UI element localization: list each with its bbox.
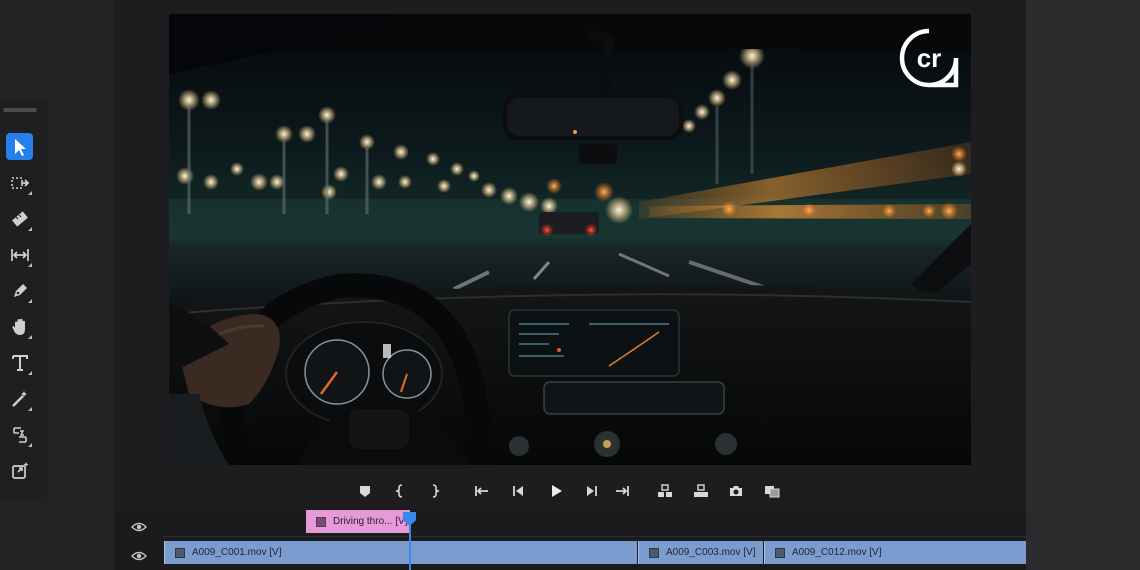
clip-label: A009_C001.mov [V] (192, 547, 282, 558)
clip-fx-icon (316, 516, 326, 527)
timeline-clip-c001[interactable]: A009_C001.mov [V] (164, 541, 637, 564)
step-back-icon[interactable] (508, 481, 530, 501)
right-panel-edge (1026, 0, 1140, 570)
program-monitor-video (169, 14, 971, 465)
mark-in-icon[interactable] (389, 481, 411, 501)
play-icon[interactable] (545, 481, 567, 501)
tools-panel (0, 100, 47, 498)
cr-logo: cr (899, 28, 959, 88)
transport-controls (345, 476, 795, 506)
speech-to-text-icon[interactable] (6, 421, 33, 448)
timeline-clip-c003[interactable]: A009_C003.mov [V] (638, 541, 763, 564)
magic-wand-icon[interactable] (6, 385, 33, 412)
track-divider (163, 536, 1026, 537)
go-to-in-icon[interactable] (471, 481, 493, 501)
svg-text:cr: cr (917, 43, 942, 73)
timeline-clip-upper[interactable]: Driving thro... [V] (306, 510, 410, 533)
pen-icon[interactable] (6, 277, 33, 304)
marker-icon[interactable] (354, 481, 376, 501)
generative-extend-icon[interactable] (6, 457, 33, 484)
clip-fx-icon (649, 547, 659, 558)
track-select-icon[interactable] (6, 169, 33, 196)
clip-fx-icon (775, 547, 785, 558)
step-forward-icon[interactable] (580, 481, 602, 501)
hand-icon[interactable] (6, 313, 33, 340)
extract-icon[interactable] (690, 481, 712, 501)
clip-label: A009_C003.mov [V] (666, 547, 756, 558)
lift-icon[interactable] (654, 481, 676, 501)
arrow-icon[interactable] (6, 133, 33, 160)
slip-icon[interactable] (6, 241, 33, 268)
clip-label: Driving thro... [V] (333, 516, 408, 527)
mark-out-icon[interactable] (424, 481, 446, 501)
go-to-out-icon[interactable] (611, 481, 633, 501)
eye-icon[interactable] (131, 520, 147, 532)
eye-icon[interactable] (131, 549, 147, 561)
camera-icon[interactable] (725, 481, 747, 501)
timeline-clip-c012[interactable]: A009_C012.mov [V] (764, 541, 1026, 564)
clip-fx-icon (175, 547, 185, 558)
panel-grip[interactable] (3, 108, 37, 112)
type-icon[interactable] (6, 349, 33, 376)
comparison-icon[interactable] (761, 481, 783, 501)
clip-label: A009_C012.mov [V] (792, 547, 882, 558)
ripple-edit-icon[interactable] (6, 205, 33, 232)
